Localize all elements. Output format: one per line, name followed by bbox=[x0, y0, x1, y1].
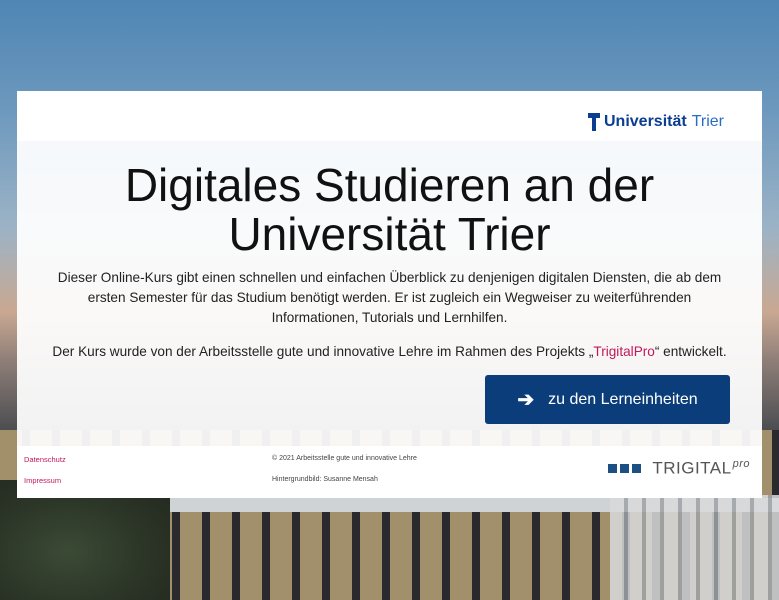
impressum-link[interactable]: Impressum bbox=[24, 476, 61, 485]
credit-text: Der Kurs wurde von der Arbeitsstelle gut… bbox=[37, 342, 742, 362]
background-trees bbox=[0, 480, 170, 600]
credit-before: Der Kurs wurde von der Arbeitsstelle gut… bbox=[52, 344, 594, 359]
copyright-text: © 2021 Arbeitsstelle gute und innovative… bbox=[272, 455, 417, 462]
footer: Datenschutz Impressum © 2021 Arbeitsstel… bbox=[17, 446, 762, 498]
content-card: Universität Trier Digitales Studieren an… bbox=[17, 91, 762, 498]
trigital-logo[interactable]: TRIGITALpro bbox=[608, 458, 750, 479]
brand-square-icon bbox=[608, 463, 618, 473]
title-line-1: Digitales Studieren an der bbox=[124, 159, 655, 211]
brand-suffix: pro bbox=[732, 458, 750, 470]
lerneinheiten-button[interactable]: ➔ zu den Lerneinheiten bbox=[485, 375, 730, 424]
page-title: Digitales Studieren an der Universität T… bbox=[17, 161, 762, 259]
datenschutz-link[interactable]: Datenschutz bbox=[24, 455, 66, 464]
lerneinheiten-button-label: zu den Lerneinheiten bbox=[548, 390, 698, 408]
university-logo[interactable]: Universität Trier bbox=[588, 113, 724, 131]
trigitalpro-link[interactable]: TrigitalPro bbox=[593, 344, 654, 359]
logo-text-light: Trier bbox=[691, 113, 724, 130]
arrow-right-icon: ➔ bbox=[517, 389, 535, 411]
university-logo-icon bbox=[588, 113, 600, 131]
background-facade bbox=[610, 495, 779, 600]
brand-square-icon bbox=[632, 463, 642, 473]
header-bar: Universität Trier bbox=[17, 91, 762, 141]
brand-name-text: TRIGITAL bbox=[652, 458, 732, 478]
credit-after: “ entwickelt. bbox=[654, 344, 727, 359]
background-credit-text: Hintergrundbild: Susanne Mensah bbox=[272, 476, 378, 483]
logo-text-bold: Universität bbox=[604, 113, 687, 130]
title-line-2: Universität Trier bbox=[228, 208, 551, 260]
intro-text: Dieser Online-Kurs gibt einen schnellen … bbox=[57, 270, 722, 325]
brand-name: TRIGITALpro bbox=[652, 458, 750, 479]
brand-square-icon bbox=[620, 463, 630, 473]
